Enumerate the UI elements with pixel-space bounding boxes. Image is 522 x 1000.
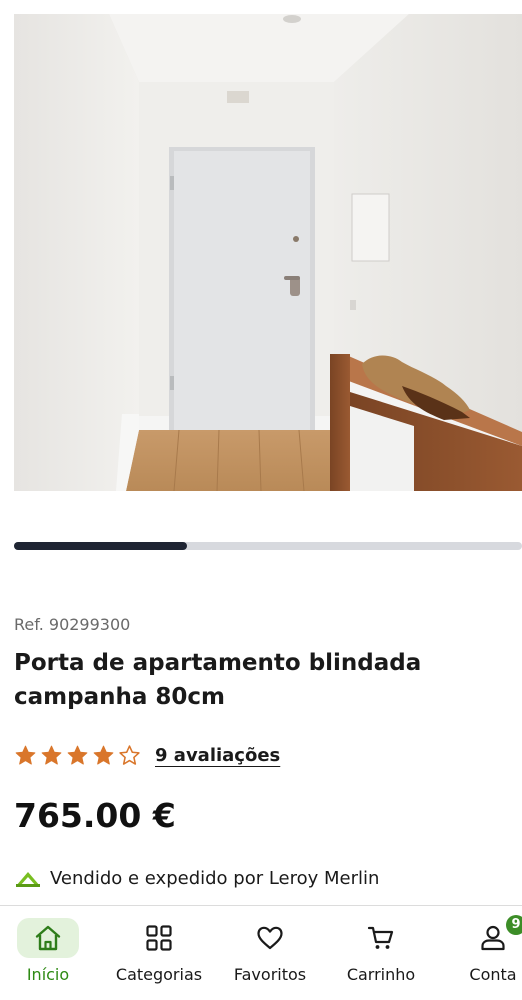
product-price: 765.00 € <box>14 796 176 835</box>
nav-item-favorites[interactable]: Favoritos <box>215 906 325 1000</box>
home-icon <box>35 925 61 951</box>
star-empty-icon <box>119 744 140 765</box>
leroy-merlin-logo-icon <box>16 872 40 887</box>
nav-label-account: Conta <box>469 965 517 984</box>
nav-label-favorites: Favoritos <box>233 965 307 984</box>
cart-icon <box>367 926 394 949</box>
nav-label-home: Início <box>26 965 70 984</box>
gallery-progress-fill <box>14 542 187 550</box>
nav-favorites-icon-wrap <box>239 918 301 958</box>
nav-cart-icon-wrap <box>350 918 412 958</box>
gallery-progress-bar <box>14 542 522 550</box>
heart-icon <box>257 926 283 950</box>
nav-categories-icon-wrap <box>128 918 190 958</box>
product-rating: 9 avaliações <box>14 740 280 770</box>
nav-label-categories: Categorias <box>115 965 203 984</box>
door-hallway-photo <box>14 14 522 491</box>
star-filled-icon <box>93 745 114 765</box>
nav-item-cart[interactable]: Carrinho <box>326 906 436 1000</box>
product-title: Porta de apartamento blindada campanha 8… <box>14 650 422 710</box>
user-icon <box>481 925 505 951</box>
grid-icon <box>146 925 172 951</box>
nav-item-home[interactable]: Início <box>0 906 103 1000</box>
nav-item-account[interactable]: 9 Conta <box>438 906 522 1000</box>
star-filled-icon <box>41 745 62 765</box>
bottom-navigation: Início Categorias Favoritos Carrinho 9 C… <box>0 905 522 1000</box>
seller-text: Vendido e expedido por Leroy Merlin <box>50 867 380 889</box>
nav-label-cart: Carrinho <box>346 965 416 984</box>
star-filled-icon <box>67 745 88 765</box>
product-reference: Ref. 90299300 <box>14 615 131 634</box>
nav-item-categories[interactable]: Categorias <box>104 906 214 1000</box>
product-image[interactable] <box>14 14 522 491</box>
reviews-link[interactable]: 9 avaliações <box>155 745 280 766</box>
rating-stars <box>14 744 141 767</box>
nav-home-icon-wrap <box>17 918 79 958</box>
seller-info: Vendido e expedido por Leroy Merlin <box>14 864 379 892</box>
star-filled-icon <box>15 745 36 765</box>
account-notification-badge: 9 <box>506 915 522 935</box>
